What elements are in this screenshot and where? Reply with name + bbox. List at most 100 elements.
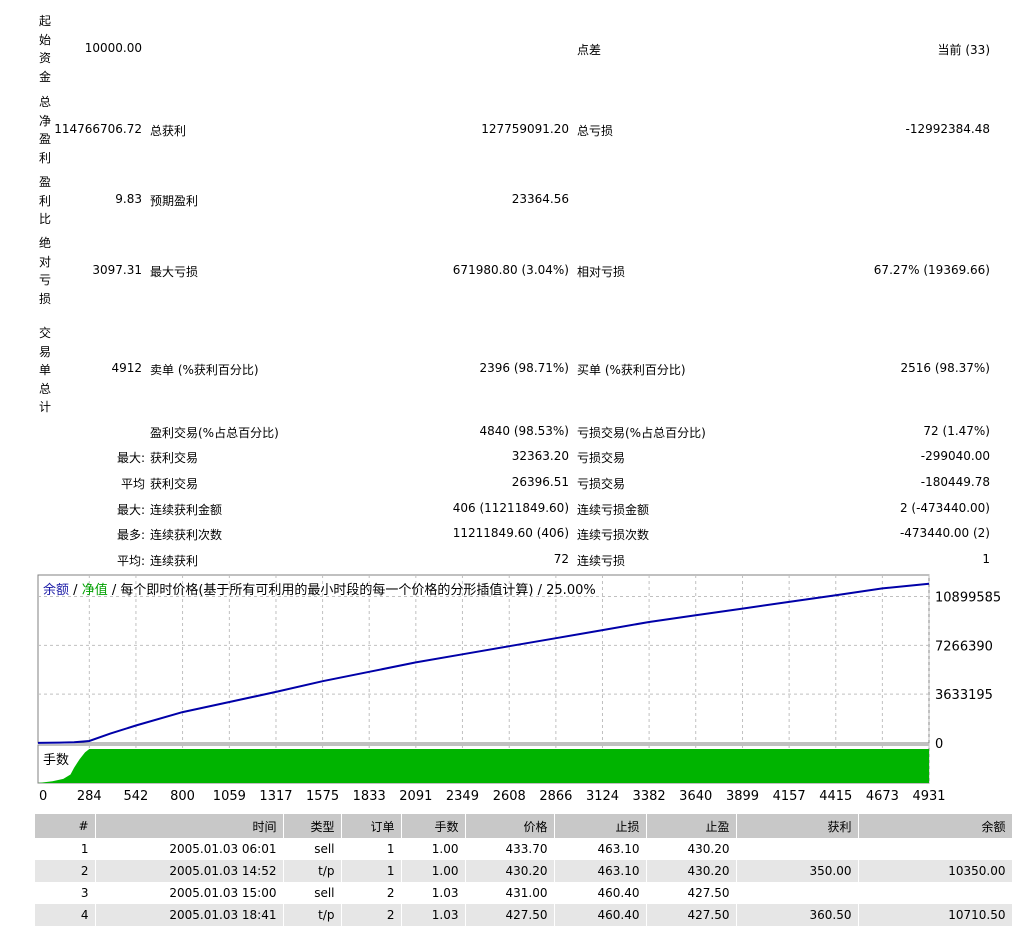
column-header: 时间 [95,814,284,838]
avg-consec-wins-label: 连续获利 [150,554,199,568]
table-cell: 1 [341,860,402,882]
table-cell: 463.10 [554,838,647,860]
max-consec-wins-label: 连续获利金额 [150,503,223,517]
volume-label: 手数 [43,753,69,768]
table-cell [736,882,859,904]
average-loss-value: -180449.78 [920,475,990,489]
x-tick-label: 4931 [912,789,945,804]
table-cell: 1.03 [401,882,466,904]
column-header: 类型 [283,814,342,838]
largest-prefix: 最大: [116,451,145,465]
long-positions-value: 2516 (98.37%) [900,361,990,375]
max-consec-losses-value: 2 (-473440.00) [899,501,990,515]
largest-profit-label: 获利交易 [150,451,199,465]
avg-prefix: 平均: [116,554,145,568]
table-cell: 463.10 [554,860,647,882]
table-cell: t/p [283,860,342,882]
table-cell: 350.00 [736,860,859,882]
table-row: 1 2005.01.03 06:01 sell 1 1.00 433.70 463.10 43… [35,838,1013,860]
table-cell: 430.20 [465,860,555,882]
x-tick-label: 3899 [726,789,759,804]
table-row: 4 2005.01.03 18:41 t/p 2 1.03 427.50 460.40 427… [35,904,1013,926]
profit-trades-label: 盈利交易(%占总百分比) [150,426,279,440]
x-tick-label: 0 [39,789,47,804]
maximal-prefix: 最多: [116,528,145,542]
table-cell: 430.20 [646,838,737,860]
expected-payoff-value: 23364.56 [511,192,569,206]
max-consec-losses-label: 连续亏损金额 [577,503,650,517]
maximal-consec-profit-label: 连续获利次数 [150,528,223,542]
short-positions-value: 2396 (98.71%) [479,361,569,375]
y-tick-label: 10899585 [935,591,1001,606]
spread-value: 当前 (33) [937,43,990,57]
chart-title: 余额 / 净值 / 每个即时价格(基于所有可利用的最小时段的每一个价格的分形插值… [43,582,596,598]
table-cell: 433.70 [465,838,555,860]
chart-title-separator: / [73,583,78,598]
table-cell: 431.00 [465,882,555,904]
column-header: 订单 [341,814,402,838]
column-header: 手数 [401,814,466,838]
average-prefix: 平均 [120,477,145,491]
table-cell [858,838,1013,860]
table-cell: 360.50 [736,904,859,926]
column-header: 止损 [554,814,647,838]
gross-profit-label: 总获利 [150,124,187,138]
x-tick-label: 3124 [586,789,619,804]
column-header: # [35,814,96,838]
gross-loss-label: 总亏损 [577,124,614,138]
avg-consec-losses-value: 1 [982,552,990,566]
spread-label: 点差 [577,43,602,57]
table-cell: 4 [35,904,96,926]
profit-trades-value: 4840 (98.53%) [479,424,569,438]
x-tick-label: 1575 [306,789,339,804]
y-tick-label: 0 [935,737,943,752]
maximal-consec-loss-label: 连续亏损次数 [577,528,650,542]
profit-factor-label: 盈利比 [38,175,51,226]
table-cell: 2 [341,904,402,926]
x-tick-label: 3640 [679,789,712,804]
x-tick-label: 3382 [633,789,666,804]
x-tick-label: 4157 [773,789,806,804]
table-cell: 3 [35,882,96,904]
x-axis-labels: 0 284 542 800 1059 1317 1575 1833 2091 2349 2608 28… [39,789,946,804]
profit-factor-value: 9.83 [115,192,142,206]
absolute-drawdown-value: 3097.31 [92,263,142,277]
column-header: 止盈 [646,814,737,838]
trades-body: 1 2005.01.03 06:01 sell 1 1.00 433.70 463.10 43… [35,838,1013,926]
expected-payoff-label: 预期盈利 [150,194,199,208]
x-tick-label: 4673 [866,789,899,804]
x-tick-label: 2608 [493,789,526,804]
chart-title-rest: / 每个即时价格(基于所有可利用的最小时段的每一个价格的分形插值计算) / 25… [112,582,596,598]
table-row: 2 2005.01.03 14:52 t/p 1 1.00 430.20 463.10 430… [35,860,1013,882]
maximal-consec-loss-value: -473440.00 (2) [899,526,990,540]
table-cell: 2005.01.03 18:41 [95,904,284,926]
table-cell: t/p [283,904,342,926]
loss-trades-value: 72 (1.47%) [923,424,990,438]
absolute-drawdown-label: 绝对亏损 [38,236,51,306]
balance-chart: 余额 / 净值 / 每个即时价格(基于所有可利用的最小时段的每一个价格的分形插值… [37,574,1001,804]
table-cell: 2005.01.03 06:01 [95,838,284,860]
largest-loss-label: 亏损交易 [577,451,626,465]
x-tick-label: 1833 [353,789,386,804]
initial-deposit-label: 起始资金 [38,14,51,84]
avg-consec-losses-label: 连续亏损 [577,554,626,568]
chart-title-balance: 余额 [43,582,69,598]
x-tick-label: 1059 [213,789,246,804]
total-trades-value: 4912 [111,361,142,375]
table-cell: 1.03 [401,904,466,926]
chart-title-equity: 净值 [82,582,108,598]
column-header: 余额 [858,814,1013,838]
largest-loss-value: -299040.00 [920,449,990,463]
short-positions-label: 卖单 (%获利百分比) [150,363,259,377]
table-cell [858,882,1013,904]
relative-drawdown-label: 相对亏损 [577,265,626,279]
table-cell: 427.50 [465,904,555,926]
x-tick-label: 4415 [819,789,852,804]
y-tick-label: 3633195 [935,688,993,703]
x-tick-label: 2091 [399,789,432,804]
gross-loss-value: -12992384.48 [905,122,991,136]
y-tick-label: 7266390 [935,639,993,654]
table-cell: sell [283,882,342,904]
volume-area [38,749,929,783]
table-cell: 2 [35,860,96,882]
